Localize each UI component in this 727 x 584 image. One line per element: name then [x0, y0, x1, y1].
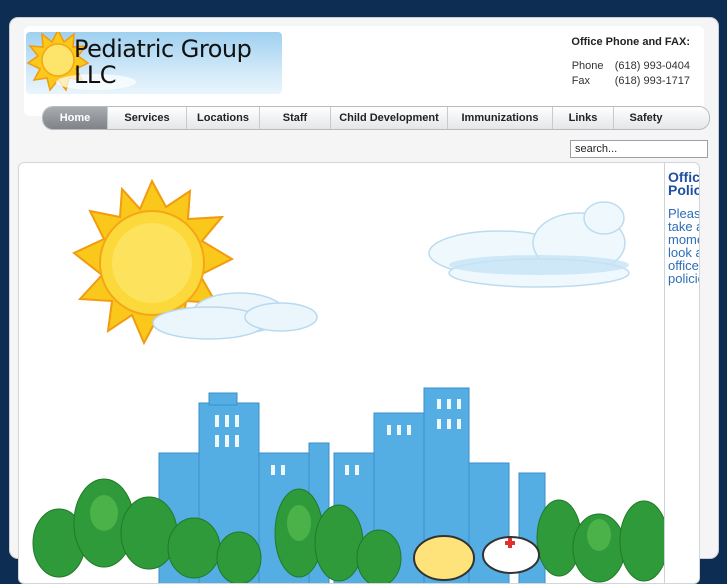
nav-safety[interactable]: Safety	[614, 107, 678, 129]
nav-home[interactable]: Home	[43, 107, 108, 129]
phone-value: (618) 993-0404	[614, 60, 690, 72]
content-area: Office Policies Please take a moment to …	[18, 162, 700, 584]
sidebar: Office Policies Please take a moment to …	[664, 163, 699, 583]
phone-row: Phone (618) 993-0404	[571, 60, 690, 72]
sidebar-text[interactable]: Please take a moment to look at our offi…	[668, 207, 699, 285]
nav-services[interactable]: Services	[108, 107, 187, 129]
logo-text: Pediatric Group LLC	[74, 35, 252, 89]
page-frame: Pediatric Group LLC Office Phone and FAX…	[10, 18, 718, 584]
site-logo[interactable]: Pediatric Group LLC	[26, 32, 282, 94]
fax-value: (618) 993-1717	[614, 75, 690, 87]
fax-row: Fax (618) 993-1717	[571, 75, 690, 87]
contact-title: Office Phone and FAX:	[571, 36, 690, 48]
nurse-cap-icon	[482, 536, 540, 574]
header: Pediatric Group LLC Office Phone and FAX…	[24, 26, 704, 116]
fax-label: Fax	[571, 75, 591, 87]
contact-info: Office Phone and FAX: Phone (618) 993-04…	[571, 36, 690, 90]
nav-child-development[interactable]: Child Development	[331, 107, 448, 129]
nav-locations[interactable]: Locations	[187, 107, 260, 129]
nav-staff[interactable]: Staff	[260, 107, 331, 129]
phone-label: Phone	[571, 60, 604, 72]
main-nav: Home Services Locations Staff Child Deve…	[42, 106, 710, 130]
search-input[interactable]	[570, 140, 708, 158]
smiley-face-icon	[413, 535, 475, 581]
nav-links[interactable]: Links	[553, 107, 614, 129]
hero-illustration	[32, 178, 664, 583]
nav-immunizations[interactable]: Immunizations	[448, 107, 553, 129]
sidebar-title[interactable]: Office Policies	[668, 170, 699, 197]
